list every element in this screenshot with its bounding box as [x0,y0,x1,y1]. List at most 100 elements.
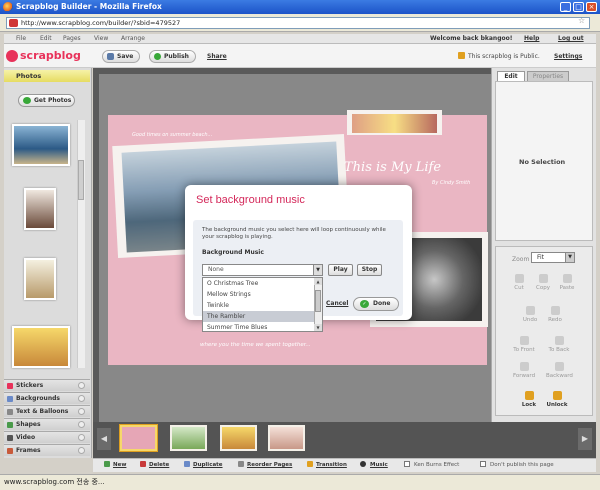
section-label: Stickers [16,382,44,389]
url-input[interactable]: http://www.scrapblog.com/builder/?sbid=4… [6,17,590,29]
transition-button[interactable]: Transition [316,462,347,468]
close-icon[interactable]: × [586,2,597,12]
section-video[interactable]: Video [4,431,90,443]
to-front-button[interactable]: To Front [511,336,537,353]
scroll-up-icon[interactable]: ▲ [314,278,322,285]
save-icon [107,53,114,60]
section-backgrounds[interactable]: Backgrounds [4,392,90,404]
menu-pages[interactable]: Pages [63,35,81,42]
ken-burns-checkbox[interactable] [404,461,410,467]
photo-thumbnail[interactable] [24,258,56,300]
no-selection-text: No Selection [519,158,566,166]
dont-publish-checkbox[interactable] [480,461,486,467]
section-frames[interactable]: Frames [4,444,90,456]
help-link[interactable]: Help [524,35,539,42]
copy-button[interactable]: Copy [530,274,556,291]
new-page-icon [104,461,110,467]
cut-icon [514,274,524,283]
chevron-left-icon[interactable]: ◀ [97,428,111,450]
menu-arrange[interactable]: Arrange [121,35,145,42]
dont-publish-label: Don't publish this page [490,462,554,468]
page-thumbnail[interactable] [268,425,305,451]
undo-icon [525,306,535,315]
section-text-balloons[interactable]: Text & Balloons [4,405,90,417]
music-option[interactable]: O Christmas Tree [203,278,314,289]
save-label: Save [117,53,134,60]
publish-check-icon [154,53,161,60]
music-option[interactable]: Twinkle [203,300,314,311]
menu-file[interactable]: File [16,35,26,42]
section-label: Video [16,434,36,441]
page-thumbnail[interactable] [220,425,257,451]
tool-label: Copy [536,285,550,291]
chevron-down-icon[interactable]: ▼ [565,253,574,262]
music-option[interactable]: Summer Time Blues [203,322,314,333]
stickers-icon [7,383,13,389]
photos-scrollbar[interactable] [77,120,85,368]
settings-link[interactable]: Settings [554,53,582,60]
unlock-button[interactable]: Unlock [544,391,570,408]
tool-label: To Back [548,347,570,353]
backward-button[interactable]: Backward [546,362,573,379]
section-stickers[interactable]: Stickers [4,379,90,391]
video-icon [7,435,13,441]
logout-link[interactable]: Log out [558,35,584,42]
get-photos-button[interactable]: Get Photos [18,94,75,107]
chevron-down-icon [78,421,85,428]
to-back-button[interactable]: To Back [546,336,572,353]
section-shapes[interactable]: Shapes [4,418,90,430]
chevron-right-icon[interactable]: ▶ [578,428,592,450]
ken-burns-label: Ken Burns Effect [414,462,460,468]
tab-properties[interactable]: Properties [527,71,569,81]
to-back-icon [554,336,564,345]
paste-button[interactable]: Paste [554,274,580,291]
scroll-down-icon[interactable]: ▼ [314,324,322,331]
firefox-logo-icon [3,2,13,12]
delete-icon [140,461,146,467]
cancel-button[interactable]: Cancel [326,300,348,307]
menu-edit[interactable]: Edit [40,35,52,42]
minimize-icon[interactable]: _ [560,2,571,12]
save-button[interactable]: Save [102,50,141,63]
stop-button[interactable]: Stop [357,264,382,276]
photo-thumbnail[interactable] [24,188,56,230]
music-select[interactable]: None [202,264,323,276]
music-option[interactable]: Mellow Strings [203,289,314,300]
reorder-pages-button[interactable]: Reorder Pages [247,462,292,468]
duplicate-icon [184,461,190,467]
dropdown-scroll-thumb[interactable] [315,290,321,312]
page-thumbnail[interactable] [170,425,207,451]
publish-button[interactable]: Publish [149,50,196,63]
photos-scroll-thumb[interactable] [78,160,84,200]
photo-thumbnail[interactable] [12,124,70,166]
undo-button[interactable]: Undo [517,306,543,323]
forward-button[interactable]: Forward [511,362,537,379]
new-page-button[interactable]: New [113,462,126,468]
redo-button[interactable]: Redo [542,306,568,323]
shapes-icon [7,422,13,428]
done-button[interactable]: ✓ Done [353,297,399,311]
play-button[interactable]: Play [328,264,353,276]
delete-page-button[interactable]: Delete [149,462,169,468]
music-button[interactable]: Music [370,462,388,468]
bookmark-star-icon[interactable]: ☆ [578,16,585,25]
music-option-highlighted[interactable]: The Rambler [203,311,314,322]
logo-text: scrapblog [20,49,81,62]
dialog-description: The background music you select here wil… [202,227,386,240]
photos-header[interactable]: Photos [4,70,90,82]
menu-view[interactable]: View [94,35,108,42]
lock-button[interactable]: Lock [516,391,542,408]
section-label: Frames [16,447,41,454]
photo-thumbnail[interactable] [12,326,70,368]
window-title: Scrapblog Builder - Mozilla Firefox [0,0,600,14]
cut-button[interactable]: Cut [506,274,532,291]
maximize-icon[interactable]: □ [573,2,584,12]
public-lock-icon [458,52,465,59]
chevron-down-icon[interactable]: ▼ [313,265,322,275]
tool-label: Unlock [546,402,568,408]
tab-edit[interactable]: Edit [497,71,525,81]
lock-icon [524,391,534,400]
share-link[interactable]: Share [207,53,227,60]
duplicate-page-button[interactable]: Duplicate [193,462,223,468]
page-thumbnail[interactable] [120,425,157,451]
